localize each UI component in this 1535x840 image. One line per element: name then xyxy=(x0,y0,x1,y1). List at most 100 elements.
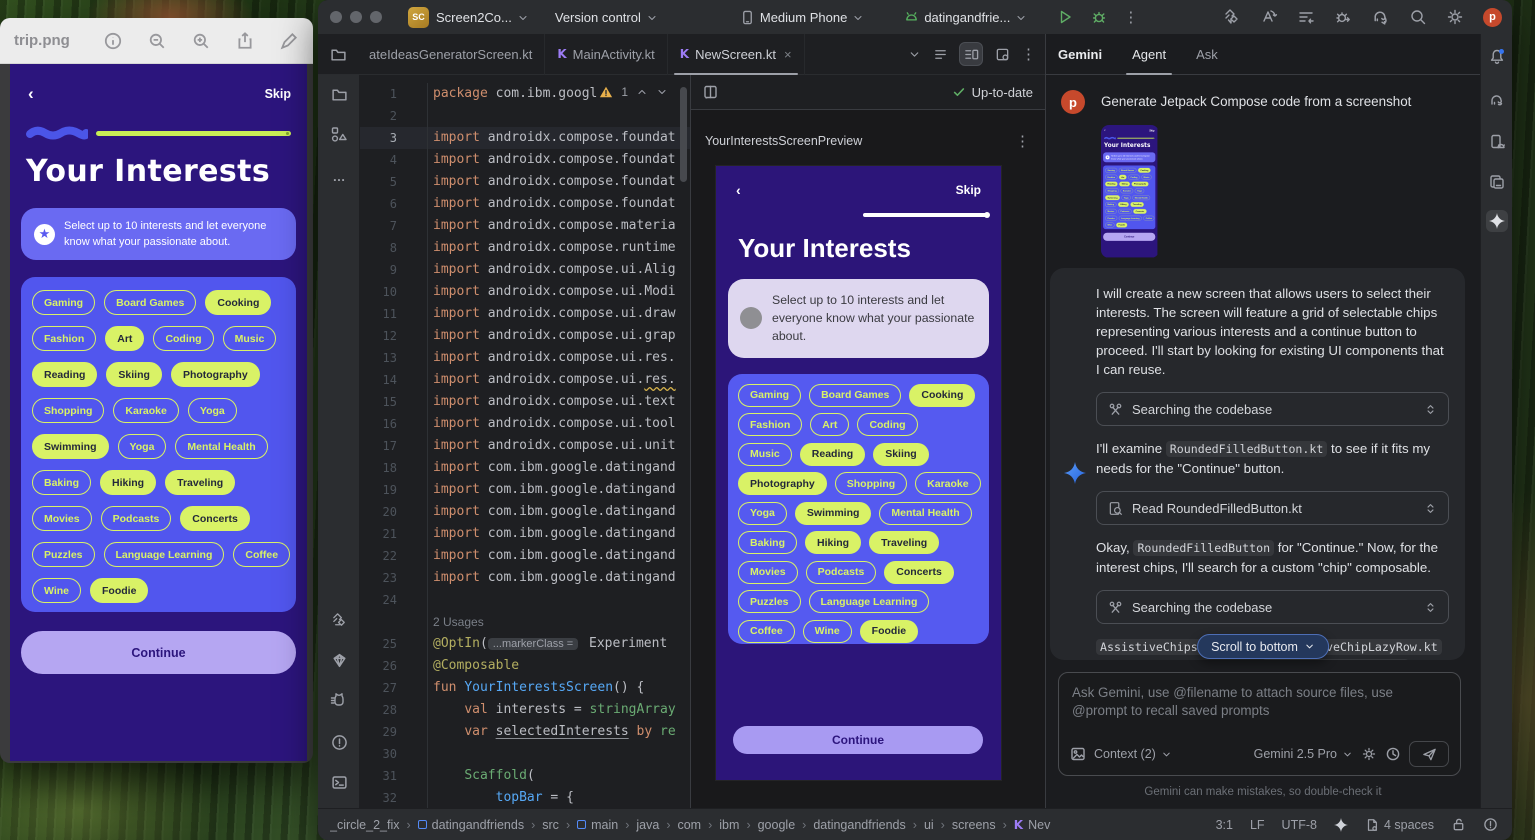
interest-chip[interactable]: Movies xyxy=(738,561,798,584)
tab-close-icon[interactable]: × xyxy=(784,47,792,62)
code-line[interactable]: 22import com.ibm.google.datingand xyxy=(360,545,690,567)
split-view-button[interactable] xyxy=(959,42,983,66)
interest-chip[interactable]: Concerts xyxy=(180,506,250,531)
editor-tab[interactable]: KNewScreen.kt× xyxy=(668,34,805,75)
folder-icon[interactable] xyxy=(330,46,347,63)
run-button[interactable] xyxy=(1057,9,1073,25)
interest-chip[interactable]: Coding xyxy=(153,326,213,351)
running-devices-icon[interactable] xyxy=(1486,171,1508,193)
settings-gear-icon[interactable] xyxy=(1446,8,1464,26)
interest-chip[interactable]: Language Learning xyxy=(1119,216,1142,221)
code-line[interactable]: 10import androidx.compose.ui.Modi xyxy=(360,281,690,303)
code-line[interactable]: 19import com.ibm.google.datingand xyxy=(360,479,690,501)
interest-chip[interactable]: Photography xyxy=(738,472,827,495)
code-line[interactable]: 14import androidx.compose.ui.res. xyxy=(360,369,690,391)
breadcrumb-item[interactable]: datingandfriends xyxy=(813,818,905,832)
window-minimize-button[interactable] xyxy=(350,11,362,23)
notifications-bell-icon[interactable] xyxy=(1486,46,1508,68)
interest-chip[interactable]: Fashion xyxy=(1105,175,1117,180)
breadcrumb-item[interactable]: ui xyxy=(924,818,934,832)
breadcrumb-item[interactable]: com xyxy=(677,818,701,832)
interest-chip[interactable]: Puzzles xyxy=(1105,216,1117,221)
profiler-bug-icon[interactable] xyxy=(1334,8,1352,26)
code-line[interactable]: 27fun YourInterestsScreen() { xyxy=(360,677,690,699)
breadcrumb-item[interactable]: screens xyxy=(952,818,996,832)
continue-button[interactable]: Continue xyxy=(1103,233,1155,241)
attach-image-icon[interactable] xyxy=(1070,746,1086,762)
info-icon[interactable] xyxy=(103,31,123,51)
interest-chip[interactable]: Yoga xyxy=(188,398,237,423)
back-icon[interactable]: ‹ xyxy=(1104,129,1105,133)
code-line[interactable]: 17import androidx.compose.ui.unit xyxy=(360,435,690,457)
code-line[interactable]: 21import com.ibm.google.datingand xyxy=(360,523,690,545)
preview-options-kebab[interactable]: ⋮ xyxy=(1015,132,1031,150)
interest-chip[interactable]: Board Games xyxy=(1119,168,1137,173)
scroll-to-bottom-button[interactable]: Scroll to bottom xyxy=(1197,634,1329,659)
skip-button[interactable]: Skip xyxy=(265,87,291,101)
code-line[interactable]: 26@Composable xyxy=(360,655,690,677)
todo-list-icon[interactable] xyxy=(1297,8,1315,26)
breadcrumb-item[interactable]: google xyxy=(758,818,796,832)
interest-chip[interactable]: Traveling xyxy=(869,531,939,554)
interest-chip[interactable]: Fashion xyxy=(32,326,96,351)
interest-chip[interactable]: Reading xyxy=(32,362,97,387)
tab-agent[interactable]: Agent xyxy=(1132,34,1166,75)
line-ending-selector[interactable]: LF xyxy=(1250,818,1265,832)
code-line[interactable]: 25@OptIn(...markerClass = Experiment xyxy=(360,633,690,655)
interest-chip[interactable]: Coding xyxy=(857,413,917,436)
interest-chip[interactable]: Fashion xyxy=(738,413,802,436)
attachment-thumbnail[interactable]: ‹SkipYour Interests★Select up to 10 inte… xyxy=(1101,125,1159,258)
code-line[interactable]: 32 topBar = { xyxy=(360,787,690,808)
tool-call-expander[interactable]: Searching the codebase xyxy=(1096,590,1449,624)
model-selector[interactable]: Gemini 2.5 Pro xyxy=(1254,747,1353,761)
skip-button[interactable]: Skip xyxy=(1149,129,1154,132)
interest-chip[interactable]: Concerts xyxy=(884,561,954,584)
breadcrumb-item[interactable]: java xyxy=(636,818,659,832)
code-line[interactable]: 28 val interests = stringArray xyxy=(360,699,690,721)
gradle-tool-icon[interactable] xyxy=(1486,90,1508,112)
tab-list-chevron-icon[interactable] xyxy=(908,48,921,61)
code-line[interactable]: 20import com.ibm.google.datingand xyxy=(360,501,690,523)
device-manager-icon[interactable] xyxy=(1486,131,1508,153)
interest-chip[interactable]: Swimming xyxy=(795,502,872,525)
build-tool-icon[interactable] xyxy=(328,609,350,631)
interest-chip[interactable]: Shopping xyxy=(32,398,104,423)
interest-chip[interactable]: Swimming xyxy=(32,434,109,459)
interest-chip[interactable]: Gaming xyxy=(1105,168,1117,173)
interest-chip[interactable]: Wine xyxy=(803,620,852,643)
interest-chip[interactable]: Yoga xyxy=(1135,188,1144,193)
more-tool-windows-icon[interactable]: … xyxy=(328,165,350,187)
interest-chip[interactable]: Wine xyxy=(32,578,81,603)
interest-chip[interactable]: Coffee xyxy=(233,542,290,567)
build-run-hammer-icon[interactable] xyxy=(1223,8,1241,26)
interest-chip[interactable]: Skiing xyxy=(106,362,162,387)
send-button[interactable] xyxy=(1409,741,1449,767)
code-editor[interactable]: 1package com.ibm.googl23import androidx.… xyxy=(360,75,690,808)
breadcrumb-item[interactable]: src xyxy=(542,818,559,832)
interest-chip[interactable]: Foodie xyxy=(1116,223,1127,228)
interest-chip[interactable]: Board Games xyxy=(809,384,901,407)
interest-chip[interactable]: Traveling xyxy=(1130,202,1143,207)
run-configuration-selector[interactable]: datingandfrie... xyxy=(904,10,1027,25)
interest-chip[interactable]: Coffee xyxy=(738,620,795,643)
gemini-status-spark-icon[interactable] xyxy=(1334,818,1348,832)
interest-chip[interactable]: Karaoke xyxy=(915,472,980,495)
preview-composable-name[interactable]: YourInterestsScreenPreview xyxy=(705,134,862,148)
interest-chip[interactable]: Gaming xyxy=(738,384,801,407)
interest-chip[interactable]: Baking xyxy=(738,531,797,554)
zoom-in-icon[interactable] xyxy=(191,31,211,51)
inspections-widget[interactable]: 1 xyxy=(599,83,668,101)
project-selector[interactable]: Screen2Co... xyxy=(436,10,529,25)
interest-chip[interactable]: Baking xyxy=(32,470,91,495)
split-editor-icon[interactable] xyxy=(703,84,719,100)
interest-chip[interactable]: Puzzles xyxy=(738,590,801,613)
interest-chip[interactable]: Coffee xyxy=(1143,216,1154,221)
breadcrumb-item[interactable]: ibm xyxy=(719,818,739,832)
breadcrumb-item[interactable]: KNev xyxy=(1014,818,1051,832)
prev-issue-chevron-icon[interactable] xyxy=(636,86,648,98)
history-clock-icon[interactable] xyxy=(1385,746,1401,762)
interest-chip[interactable]: Mental Health xyxy=(879,502,971,525)
interest-chip[interactable]: Art xyxy=(105,326,144,351)
zoom-out-icon[interactable] xyxy=(147,31,167,51)
compose-preview-phone[interactable]: ‹SkipYour InterestsSelect up to 10 inter… xyxy=(716,166,1001,780)
